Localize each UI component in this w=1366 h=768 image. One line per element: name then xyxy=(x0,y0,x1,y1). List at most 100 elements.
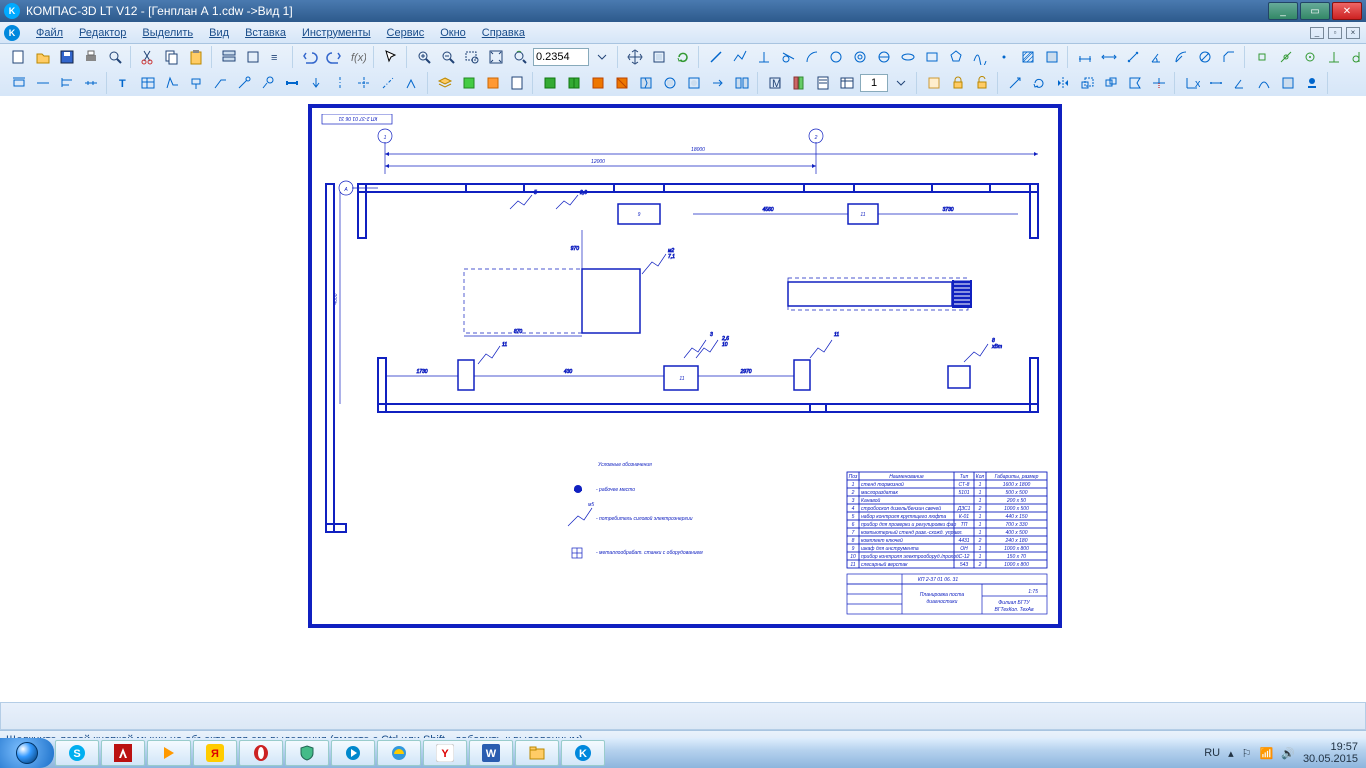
lang-indicator[interactable]: RU xyxy=(1204,747,1220,759)
weld-icon[interactable] xyxy=(401,72,423,94)
ellipse-tool-icon[interactable] xyxy=(897,46,919,68)
redo-icon[interactable] xyxy=(323,46,345,68)
block-green-icon[interactable] xyxy=(458,72,480,94)
dim-auto-icon[interactable] xyxy=(8,72,30,94)
menu-file[interactable]: Файл xyxy=(28,25,71,41)
menu-window[interactable]: Окно xyxy=(432,25,474,41)
lib-icon[interactable] xyxy=(788,72,810,94)
start-button[interactable] xyxy=(0,738,54,768)
doc-icon[interactable] xyxy=(506,72,528,94)
variable-icon[interactable]: ≡ xyxy=(266,46,288,68)
mdi-minimize[interactable]: _ xyxy=(1310,27,1324,39)
rect-tool-icon[interactable] xyxy=(921,46,943,68)
line-tool-icon[interactable] xyxy=(705,46,727,68)
view-arrow2-icon[interactable] xyxy=(707,72,729,94)
deform-tool-icon[interactable] xyxy=(1124,72,1146,94)
open-icon[interactable] xyxy=(32,46,54,68)
unprotect-icon[interactable] xyxy=(971,72,993,94)
menu-help[interactable]: Справка xyxy=(474,25,533,41)
spec-icon[interactable] xyxy=(812,72,834,94)
trim-tool-icon[interactable] xyxy=(1148,72,1170,94)
zoom-fit-icon[interactable] xyxy=(485,46,507,68)
point-tool-icon[interactable] xyxy=(993,46,1015,68)
zoom-input[interactable] xyxy=(533,48,589,66)
taskbar-winamp-icon[interactable] xyxy=(147,740,191,766)
chamfer-icon[interactable] xyxy=(1218,46,1240,68)
dim-horiz-icon[interactable] xyxy=(1098,46,1120,68)
menu-select[interactable]: Выделить xyxy=(134,25,201,41)
area-icon[interactable] xyxy=(1277,72,1299,94)
taskbar-skype-icon[interactable]: S xyxy=(55,740,99,766)
tray-flag-icon[interactable]: ⚐ xyxy=(1242,747,1252,760)
centermark-icon[interactable] xyxy=(353,72,375,94)
circle3-tool-icon[interactable] xyxy=(873,46,895,68)
mdi-close[interactable]: × xyxy=(1346,27,1360,39)
dim-horiz2-icon[interactable] xyxy=(32,72,54,94)
length-icon[interactable] xyxy=(1253,72,1275,94)
rotate-tool-icon[interactable] xyxy=(1028,72,1050,94)
print-icon[interactable] xyxy=(80,46,102,68)
taskbar-yandex-icon[interactable]: Я xyxy=(193,740,237,766)
view-top-icon[interactable] xyxy=(587,72,609,94)
taskbar-ybrowser-icon[interactable]: Y xyxy=(423,740,467,766)
taskbar-defender-icon[interactable] xyxy=(285,740,329,766)
zoom-out-icon[interactable] xyxy=(437,46,459,68)
taskbar-kompas-icon[interactable]: K xyxy=(561,740,605,766)
new-icon[interactable] xyxy=(8,46,30,68)
snap-tan-icon[interactable] xyxy=(1347,46,1366,68)
block-orange-icon[interactable] xyxy=(482,72,504,94)
taskbar-adobe-icon[interactable] xyxy=(101,740,145,766)
roughness-icon[interactable] xyxy=(161,72,183,94)
datum-icon[interactable] xyxy=(185,72,207,94)
circle2-tool-icon[interactable] xyxy=(849,46,871,68)
view-arrow-icon[interactable] xyxy=(305,72,327,94)
arc-tool-icon[interactable] xyxy=(801,46,823,68)
dist-icon[interactable] xyxy=(1205,72,1227,94)
pan-icon[interactable] xyxy=(624,46,646,68)
menu-tools[interactable]: Инструменты xyxy=(294,25,379,41)
view-front-icon[interactable] xyxy=(539,72,561,94)
section-icon[interactable] xyxy=(281,72,303,94)
balloon-icon[interactable] xyxy=(257,72,279,94)
macro-icon[interactable]: M xyxy=(764,72,786,94)
tangent-icon[interactable] xyxy=(777,46,799,68)
view-proj-icon[interactable] xyxy=(731,72,753,94)
tray-up-icon[interactable]: ▴ xyxy=(1228,747,1234,760)
drawing-canvas[interactable]: КП 2-37 01 06 31 1 2 А 18000 xyxy=(0,96,1366,708)
zoom-in-icon[interactable] xyxy=(413,46,435,68)
dim-radius-icon[interactable] xyxy=(1170,46,1192,68)
page-input[interactable] xyxy=(860,74,888,92)
layer-icon[interactable] xyxy=(434,72,456,94)
dim-linear-icon[interactable] xyxy=(1074,46,1096,68)
close-button[interactable]: ✕ xyxy=(1332,2,1362,20)
taskbar-opera-icon[interactable] xyxy=(239,740,283,766)
snap-end-icon[interactable] xyxy=(1251,46,1273,68)
menu-service[interactable]: Сервис xyxy=(379,25,433,41)
refresh-icon[interactable] xyxy=(672,46,694,68)
zoom-frame-icon[interactable] xyxy=(461,46,483,68)
centerline-icon[interactable] xyxy=(329,72,351,94)
dim-angle-icon[interactable] xyxy=(1146,46,1168,68)
hatch-tool-icon[interactable] xyxy=(1017,46,1039,68)
view-local-icon[interactable] xyxy=(683,72,705,94)
polyline-tool-icon[interactable] xyxy=(729,46,751,68)
perpendicular-icon[interactable] xyxy=(753,46,775,68)
menu-view[interactable]: Вид xyxy=(201,25,237,41)
bom-icon[interactable] xyxy=(836,72,858,94)
fx-icon[interactable]: f(x) xyxy=(347,46,369,68)
taskbar-wmp-icon[interactable] xyxy=(331,740,375,766)
tray-network-icon[interactable]: 📶 xyxy=(1260,747,1274,760)
save-icon[interactable] xyxy=(56,46,78,68)
leader2-icon[interactable] xyxy=(233,72,255,94)
zoom-dropdown-icon[interactable] xyxy=(591,46,613,68)
angle-icon[interactable] xyxy=(1229,72,1251,94)
taskbar-ie-icon[interactable] xyxy=(377,740,421,766)
move-tool-icon[interactable] xyxy=(1004,72,1026,94)
circle-tool-icon[interactable] xyxy=(825,46,847,68)
properties-icon[interactable] xyxy=(218,46,240,68)
scale-tool-icon[interactable] xyxy=(1076,72,1098,94)
leader-icon[interactable] xyxy=(209,72,231,94)
menu-insert[interactable]: Вставка xyxy=(237,25,294,41)
undo-icon[interactable] xyxy=(299,46,321,68)
copy-icon[interactable] xyxy=(161,46,183,68)
